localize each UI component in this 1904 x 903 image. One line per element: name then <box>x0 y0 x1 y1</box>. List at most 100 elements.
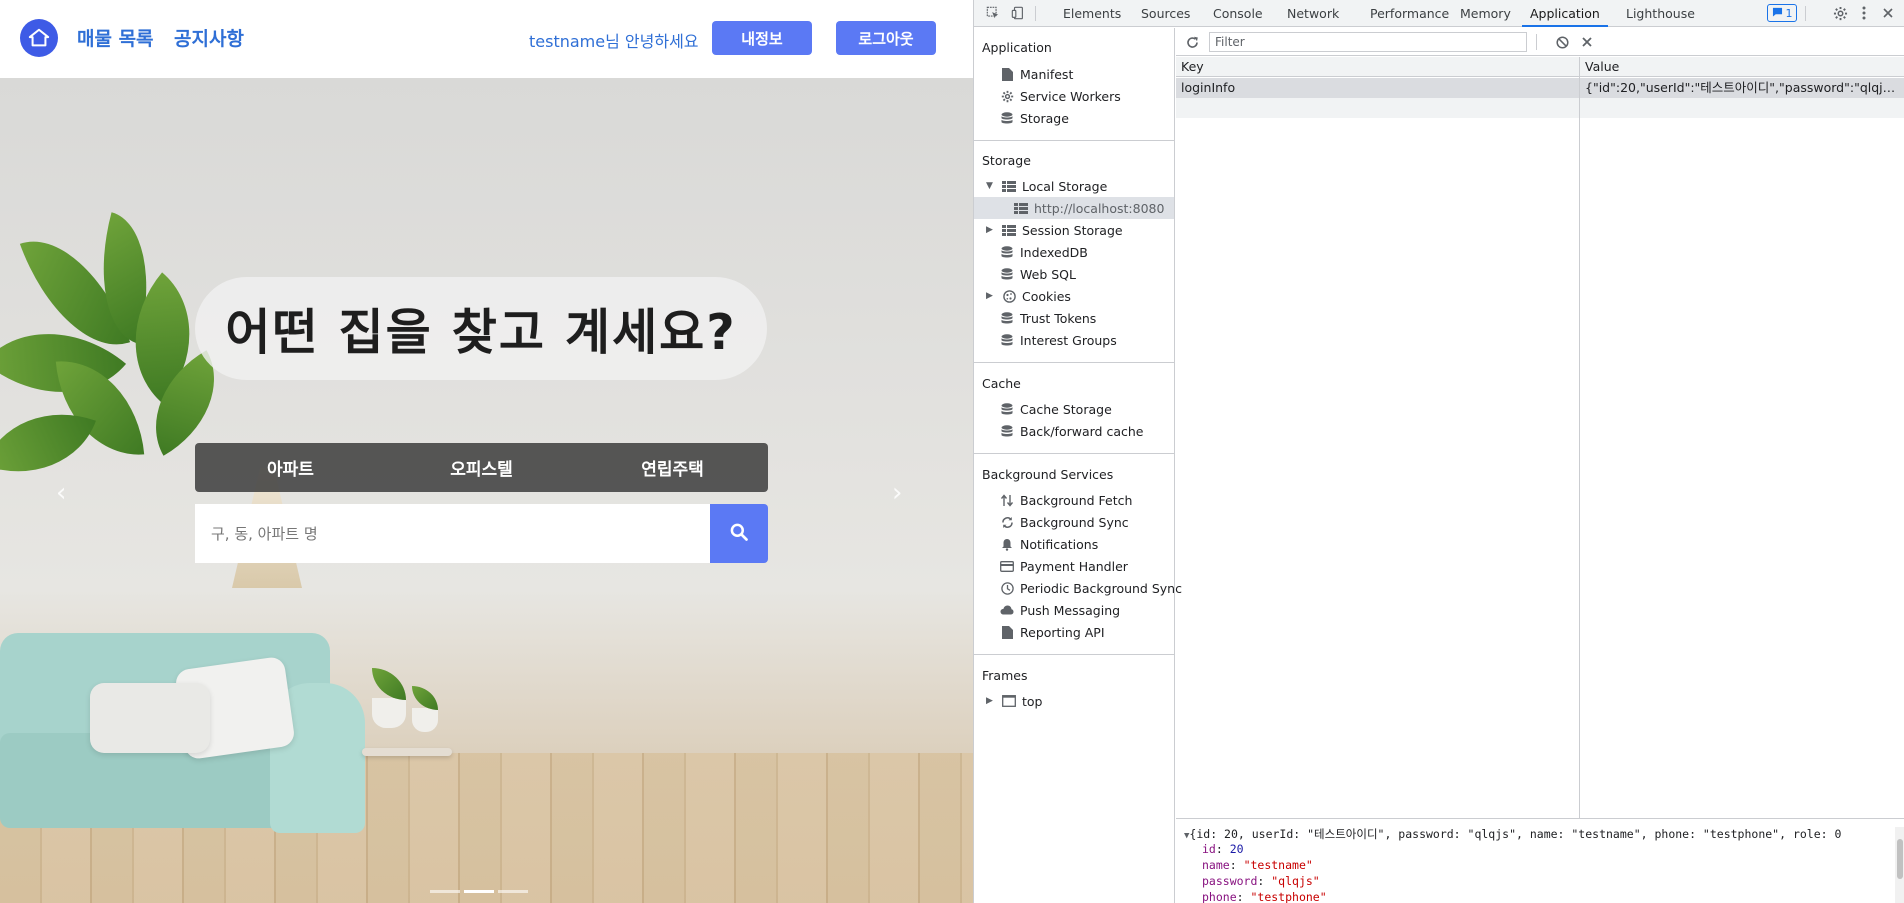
field-key: id <box>1202 842 1216 856</box>
sidebar-item-periodic-background-sync[interactable]: Periodic Background Sync <box>1000 577 1182 599</box>
collapsed-triangle-icon[interactable]: ▶ <box>986 291 996 301</box>
sidebar-label: Interest Groups <box>1020 332 1117 348</box>
search-input[interactable] <box>195 504 710 563</box>
delete-selected-icon[interactable] <box>1576 32 1598 52</box>
tab-lighthouse[interactable]: Lighthouse <box>1626 0 1695 27</box>
tab-memory[interactable]: Memory <box>1460 0 1511 27</box>
sidebar-item-local-storage[interactable]: ▼ Local Storage <box>986 175 1107 197</box>
devtools-panel: Elements Sources Console Network Perform… <box>973 0 1904 903</box>
database-icon <box>1000 267 1014 281</box>
sidebar-item-bfcache[interactable]: Back/forward cache <box>1000 420 1143 442</box>
carousel-indicator[interactable] <box>430 890 460 893</box>
window-frame-icon <box>1002 694 1016 708</box>
hero-title: 어떤 집을 찾고 계세요? <box>225 304 737 361</box>
user-greeting: testname님 안녕하세요 <box>529 28 699 52</box>
sidebar-item-localhost-origin[interactable]: http://localhost:8080 <box>974 197 1174 219</box>
home-logo-icon[interactable] <box>20 19 58 57</box>
filter-input[interactable] <box>1209 32 1527 52</box>
greeting-suffix: 님 안녕하세요 <box>605 32 699 51</box>
collapsed-triangle-icon[interactable]: ▶ <box>986 225 996 235</box>
database-icon <box>1000 245 1014 259</box>
sidebar-item-interest-groups[interactable]: Interest Groups <box>1000 329 1117 351</box>
myinfo-button[interactable]: 내정보 <box>712 21 812 55</box>
clear-all-icon[interactable] <box>1551 32 1573 52</box>
sidebar-item-frame-top[interactable]: ▶ top <box>986 690 1042 712</box>
vertical-scrollbar[interactable] <box>1895 827 1904 903</box>
issues-badge[interactable]: 1 <box>1767 4 1797 22</box>
table-row[interactable]: loginInfo {"id":20,"userId":"테스트아이디","pa… <box>1176 78 1904 98</box>
expanded-triangle-icon[interactable]: ▼ <box>986 181 996 191</box>
sidebar-item-notifications[interactable]: Notifications <box>1000 533 1098 555</box>
sidebar-item-payment-handler[interactable]: Payment Handler <box>1000 555 1128 577</box>
value-preview-pane: ▼{id: 20, userId: "테스트아이디", password: "q… <box>1176 818 1904 903</box>
side-table-decoration <box>362 748 452 756</box>
section-application: Application <box>982 40 1052 55</box>
hero-title-box: 어떤 집을 찾고 계세요? <box>195 277 767 380</box>
settings-gear-icon[interactable] <box>1829 3 1851 23</box>
message-icon <box>1772 7 1783 20</box>
collapsed-triangle-icon[interactable]: ▶ <box>986 696 996 706</box>
row-key[interactable]: loginInfo <box>1176 78 1576 98</box>
application-sidebar: Application Manifest Service Workers Sto… <box>974 28 1182 903</box>
column-header-key[interactable]: Key <box>1176 57 1576 77</box>
sidebar-item-trust-tokens[interactable]: Trust Tokens <box>1000 307 1096 329</box>
column-header-value[interactable]: Value <box>1580 57 1900 77</box>
tab-performance[interactable]: Performance <box>1370 0 1449 27</box>
tab-sources[interactable]: Sources <box>1141 0 1190 27</box>
sidebar-item-indexeddb[interactable]: IndexedDB <box>1000 241 1088 263</box>
carousel-prev-arrow[interactable]: ‹ <box>56 478 66 508</box>
issues-count: 1 <box>1785 6 1793 20</box>
close-devtools-icon[interactable] <box>1877 3 1899 23</box>
clock-icon <box>1000 581 1014 595</box>
sidebar-item-push-messaging[interactable]: Push Messaging <box>1000 599 1120 621</box>
table-grid-icon <box>1002 223 1016 237</box>
sidebar-item-reporting-api[interactable]: Reporting API <box>1000 621 1105 643</box>
preview-summary-line[interactable]: ▼{id: 20, userId: "테스트아이디", password: "q… <box>1184 826 1841 842</box>
sidebar-label: Local Storage <box>1022 178 1108 194</box>
database-icon <box>1000 402 1014 416</box>
preview-summary: {id: 20, userId: "테스트아이디", password: "ql… <box>1189 827 1842 841</box>
sidebar-item-background-sync[interactable]: Background Sync <box>1000 511 1129 533</box>
tab-officetel[interactable]: 오피스텔 <box>386 443 577 492</box>
tab-townhouse[interactable]: 연립주택 <box>577 443 768 492</box>
tab-network[interactable]: Network <box>1287 0 1339 27</box>
sidebar-label: Session Storage <box>1022 222 1123 238</box>
sidebar-label: Cache Storage <box>1020 401 1112 417</box>
sidebar-label: Web SQL <box>1020 266 1076 282</box>
carousel-next-arrow[interactable]: › <box>892 478 902 508</box>
tab-elements[interactable]: Elements <box>1063 0 1121 27</box>
carousel-indicator[interactable] <box>498 890 528 893</box>
sidebar-label: Background Fetch <box>1020 492 1133 508</box>
logout-button[interactable]: 로그아웃 <box>836 21 936 55</box>
carousel-indicator-active[interactable] <box>464 890 494 893</box>
column-divider[interactable] <box>1579 57 1580 818</box>
row-value[interactable]: {"id":20,"userId":"테스트아이디","password":"q… <box>1580 78 1904 98</box>
sidebar-label: Storage <box>1020 110 1069 126</box>
sidebar-label: Back/forward cache <box>1020 423 1144 439</box>
tab-console[interactable]: Console <box>1213 0 1263 27</box>
more-options-icon[interactable] <box>1853 3 1875 23</box>
sidebar-item-storage[interactable]: Storage <box>1000 107 1069 129</box>
sidebar-item-session-storage[interactable]: ▶ Session Storage <box>986 219 1123 241</box>
sidebar-item-cache-storage[interactable]: Cache Storage <box>1000 398 1112 420</box>
file-icon <box>1000 67 1014 81</box>
inspect-element-icon[interactable] <box>982 3 1004 23</box>
sidebar-label: Periodic Background Sync <box>1020 580 1182 596</box>
table-row-empty[interactable] <box>1176 98 1904 118</box>
sidebar-item-web-sql[interactable]: Web SQL <box>1000 263 1076 285</box>
nav-listings-link[interactable]: 매물 목록 <box>77 24 154 51</box>
tab-application[interactable]: Application <box>1522 0 1608 27</box>
nav-notices-link[interactable]: 공지사항 <box>174 24 244 51</box>
sidebar-label: IndexedDB <box>1020 244 1088 260</box>
device-toolbar-icon[interactable] <box>1007 3 1029 23</box>
refresh-icon[interactable] <box>1181 32 1203 52</box>
field-key: password <box>1202 874 1258 888</box>
sidebar-item-background-fetch[interactable]: Background Fetch <box>1000 489 1132 511</box>
sidebar-item-cookies[interactable]: ▶ Cookies <box>986 285 1071 307</box>
search-button[interactable] <box>710 504 768 563</box>
sidebar-item-service-workers[interactable]: Service Workers <box>1000 85 1121 107</box>
tab-apartment[interactable]: 아파트 <box>195 443 386 492</box>
sidebar-item-manifest[interactable]: Manifest <box>1000 63 1073 85</box>
sidebar-label: Manifest <box>1020 66 1074 82</box>
site-header: 매물 목록 공지사항 testname님 안녕하세요 내정보 로그아웃 <box>0 0 973 78</box>
